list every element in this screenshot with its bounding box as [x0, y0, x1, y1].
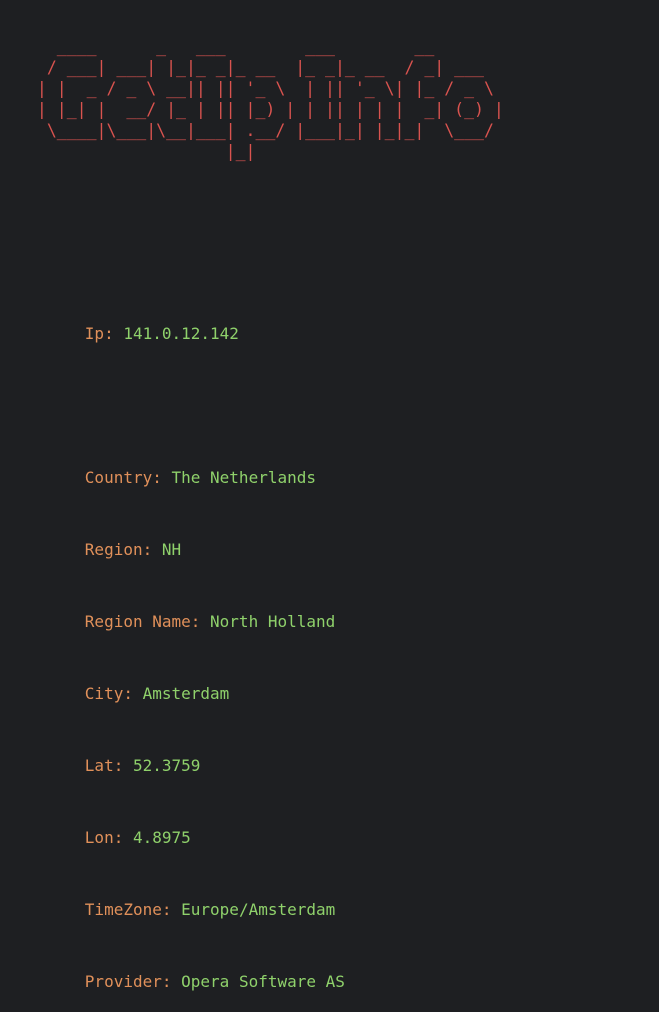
ip-row: Ip: 141.0.12.142	[27, 298, 345, 343]
country-key: Country:	[84, 468, 162, 487]
region-name-key: Region Name:	[84, 612, 201, 631]
timezone-row: TimeZone: Europe/Amsterdam	[27, 874, 345, 919]
ascii-art-banner: ____ _ ___ ___ __ / ___| ___| |_|_ _|_ _…	[36, 37, 504, 161]
city-row: City: Amsterdam	[27, 658, 345, 703]
lon-value: 4.8975	[132, 828, 191, 847]
provider-key: Provider:	[84, 972, 172, 991]
provider-row: Provider: Opera Software AS	[27, 946, 345, 991]
provider-value: Opera Software AS	[181, 972, 345, 991]
country-value: The Netherlands	[171, 468, 317, 487]
ip-key: Ip:	[84, 324, 114, 343]
region-row: Region: NH	[27, 514, 345, 559]
country-row: Country: The Netherlands	[27, 442, 345, 487]
lon-row: Lon: 4.8975	[27, 802, 345, 847]
region-name-row: Region Name: North Holland	[27, 586, 345, 631]
lat-value: 52.3759	[132, 756, 201, 775]
lat-key: Lat:	[84, 756, 124, 775]
region-name-value: North Holland	[210, 612, 336, 631]
lat-row: Lat: 52.3759	[27, 730, 345, 775]
region-value: NH	[161, 540, 182, 559]
lon-key: Lon:	[84, 828, 124, 847]
region-key: Region:	[84, 540, 153, 559]
city-value: Amsterdam	[142, 684, 230, 703]
timezone-key: TimeZone:	[84, 900, 172, 919]
timezone-value: Europe/Amsterdam	[181, 900, 336, 919]
terminal-window: ____ _ ___ ___ __ / ___| ___| |_|_ _|_ _…	[0, 0, 659, 991]
ip-info-output: Ip: 141.0.12.142 Country: The Netherland…	[27, 250, 345, 1012]
city-key: City:	[84, 684, 133, 703]
ip-value: 141.0.12.142	[123, 324, 239, 343]
